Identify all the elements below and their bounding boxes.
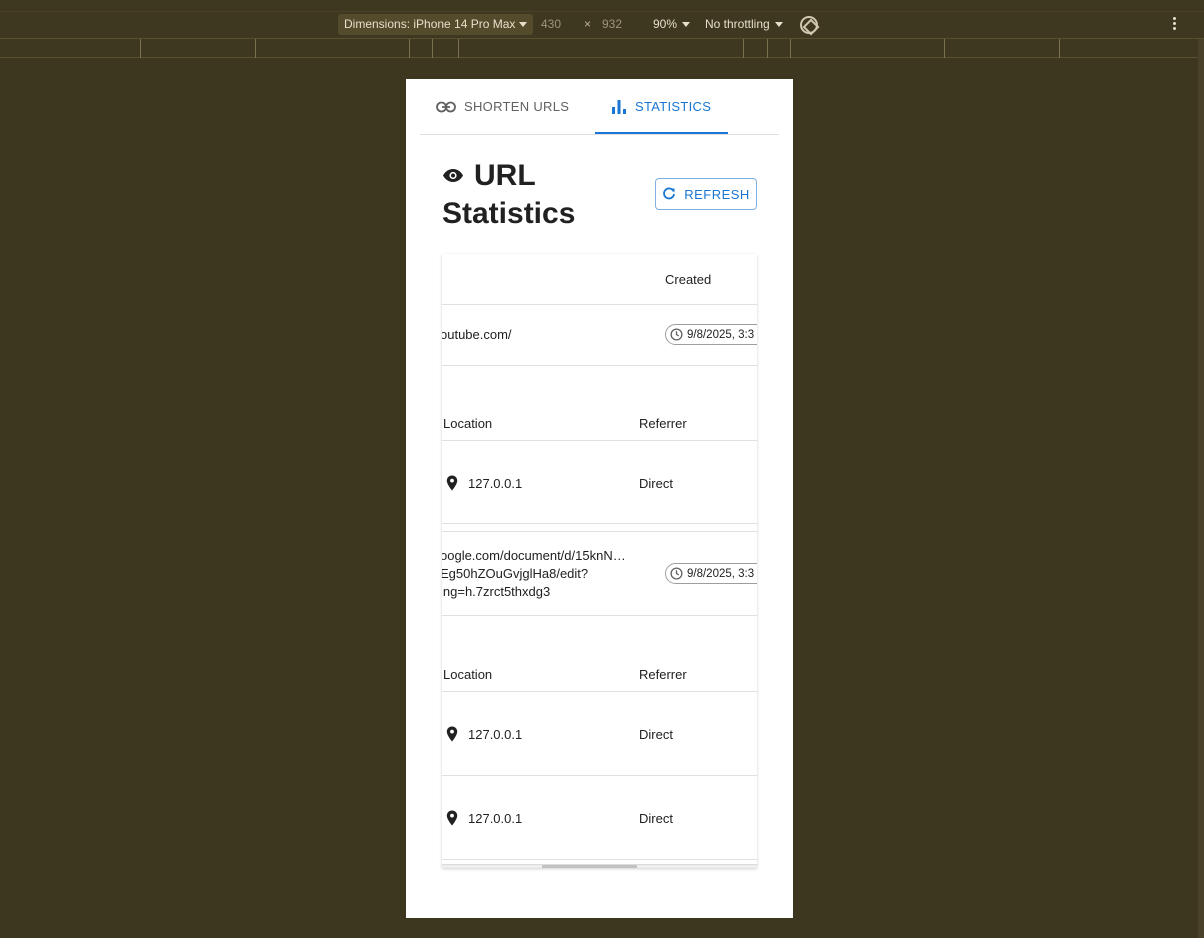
- refresh-label: REFRESH: [684, 186, 750, 202]
- clicks-header-location: Location: [443, 416, 493, 431]
- refresh-icon: [663, 187, 676, 200]
- tab-shorten-urls[interactable]: SHORTEN URLS: [436, 79, 569, 134]
- table-row[interactable]: outube.com/ 9/8/2025, 3:3: [442, 305, 757, 366]
- devtools-edge: [1198, 39, 1204, 938]
- click-row: 127.0.0.1 Direct: [442, 692, 757, 776]
- original-url[interactable]: outube.com/: [442, 326, 512, 344]
- device-dimensions-label: Dimensions: iPhone 14 Pro Max: [344, 17, 516, 31]
- table-header-row: Created: [442, 254, 757, 305]
- click-referrer: Direct: [639, 476, 673, 491]
- location-pin-icon: [446, 726, 458, 742]
- clock-icon: [670, 328, 683, 341]
- clicks-header-referrer: Referrer: [639, 416, 687, 431]
- refresh-button[interactable]: REFRESH: [655, 178, 757, 210]
- tab-statistics-label: STATISTICS: [635, 99, 712, 114]
- device-viewport: SHORTEN URLS STATISTICS URL Statistics R…: [406, 79, 793, 918]
- chevron-down-icon: [682, 22, 691, 28]
- original-url-line-3[interactable]: ing=h.7zrct5thxdg3: [442, 583, 550, 601]
- click-row: 127.0.0.1 Direct: [442, 441, 757, 524]
- original-url-line-1[interactable]: oogle.com/document/d/15knN…: [442, 547, 626, 565]
- eye-icon: [443, 168, 463, 182]
- zoom-select[interactable]: 90%: [653, 17, 691, 31]
- click-location: 127.0.0.1: [468, 811, 523, 826]
- device-width-input[interactable]: 430: [541, 17, 561, 31]
- clicks-header-location: Location: [443, 667, 493, 682]
- click-referrer: Direct: [639, 811, 673, 826]
- tab-statistics[interactable]: STATISTICS: [595, 79, 728, 134]
- clicks-header-row: Location Referrer: [442, 616, 757, 692]
- link-icon: [436, 101, 456, 112]
- chevron-down-icon: [519, 22, 528, 28]
- dimension-separator: ×: [584, 17, 592, 31]
- table-row[interactable]: oogle.com/document/d/15knN… Eg50hZOuGvjg…: [442, 532, 757, 616]
- original-url-line-2[interactable]: Eg50hZOuGvjglHa8/edit?: [442, 565, 588, 583]
- tab-indicator: [595, 132, 728, 134]
- scrollbar-thumb[interactable]: [542, 865, 637, 868]
- click-referrer: Direct: [639, 727, 673, 742]
- location-pin-icon: [446, 475, 458, 491]
- toolbar-divider: [0, 11, 1204, 12]
- click-row: 127.0.0.1 Direct: [442, 776, 757, 860]
- clicks-header-row: Location Referrer: [442, 366, 757, 441]
- created-chip: 9/8/2025, 3:3: [665, 324, 757, 345]
- throttling-label: No throttling: [705, 17, 770, 31]
- clock-icon: [670, 567, 683, 580]
- tab-bar: SHORTEN URLS STATISTICS: [420, 79, 779, 135]
- device-dimensions-select[interactable]: Dimensions: iPhone 14 Pro Max: [338, 14, 534, 35]
- row-spacer: [442, 524, 757, 532]
- devtools-device-toolbar: Dimensions: iPhone 14 Pro Max 430 × 932 …: [0, 0, 1204, 39]
- location-pin-icon: [446, 810, 458, 826]
- column-header-created: Created: [665, 272, 712, 287]
- bar-chart-icon: [612, 99, 626, 114]
- zoom-label: 90%: [653, 17, 678, 31]
- created-date: 9/8/2025, 3:3: [687, 567, 755, 580]
- more-options-icon[interactable]: [1173, 17, 1177, 31]
- device-height-input[interactable]: 932: [602, 17, 622, 31]
- click-location: 127.0.0.1: [468, 476, 523, 491]
- chevron-down-icon: [774, 22, 783, 28]
- rotate-icon[interactable]: [800, 16, 818, 34]
- media-query-ruler: [0, 39, 1198, 58]
- created-date: 9/8/2025, 3:3: [687, 328, 755, 341]
- horizontal-scrollbar[interactable]: [442, 864, 757, 868]
- created-chip: 9/8/2025, 3:3: [665, 563, 757, 584]
- click-location: 127.0.0.1: [468, 727, 523, 742]
- statistics-table[interactable]: Created outube.com/ 9/8/2025, 3:3 Locati…: [442, 254, 757, 868]
- page-heading: URL Statistics: [442, 157, 642, 233]
- throttling-select[interactable]: No throttling: [705, 17, 783, 31]
- tab-shorten-urls-label: SHORTEN URLS: [464, 99, 570, 114]
- clicks-header-referrer: Referrer: [639, 667, 687, 682]
